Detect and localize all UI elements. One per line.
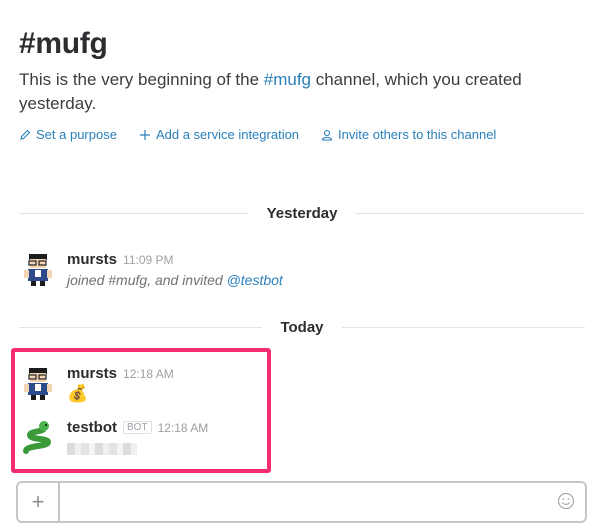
pencil-icon: [20, 129, 31, 140]
author-name[interactable]: mursts: [67, 365, 117, 382]
join-text: joined #mufg, and invited: [67, 272, 227, 288]
day-divider-label: Yesterday: [266, 204, 338, 222]
plus-icon: [139, 129, 150, 140]
divider-line: [19, 212, 249, 214]
divider-line: [341, 326, 585, 328]
pixel-character-avatar[interactable]: [20, 365, 56, 401]
day-divider-yesterday: Yesterday: [19, 203, 586, 223]
invite-others-label: Invite others to this channel: [338, 127, 497, 142]
timestamp[interactable]: 11:09 PM: [123, 253, 173, 267]
invite-others-link[interactable]: Invite others to this channel: [321, 127, 496, 142]
message-header: mursts 11:09 PM: [67, 251, 174, 269]
intro-text-start: This is the very beginning of the: [19, 70, 264, 89]
author-name[interactable]: testbot: [67, 419, 117, 436]
snake-emoji-avatar[interactable]: [20, 419, 56, 455]
add-file-button[interactable]: +: [18, 483, 60, 521]
day-divider-today: Today: [19, 317, 585, 337]
add-integration-label: Add a service integration: [155, 127, 300, 142]
message-text: joined #mufg, and invited @testbot: [67, 272, 283, 288]
day-divider-label: Today: [280, 318, 324, 336]
blurred-message-text: [67, 443, 137, 455]
channel-link[interactable]: #mufg: [264, 70, 311, 89]
smiley-icon[interactable]: [557, 492, 575, 510]
divider-line: [355, 212, 586, 214]
channel-title: #mufg: [19, 27, 108, 60]
author-name[interactable]: mursts: [67, 251, 117, 268]
set-purpose-label: Set a purpose: [36, 127, 117, 142]
timestamp[interactable]: 12:18 AM: [123, 367, 174, 381]
person-icon: [321, 129, 333, 141]
user-mention[interactable]: @testbot: [227, 272, 283, 288]
message-header: mursts 12:18 AM: [67, 365, 174, 383]
money-bag-emoji: 💰: [67, 384, 89, 403]
channel-actions: Set a purpose Add a service integration …: [19, 127, 496, 142]
pixel-character-avatar[interactable]: [20, 251, 56, 287]
bot-badge: BOT: [123, 421, 152, 434]
message-header: testbot BOT 12:18 AM: [67, 419, 208, 437]
timestamp[interactable]: 12:18 AM: [158, 421, 209, 435]
message-input[interactable]: [68, 489, 552, 517]
divider-line: [19, 326, 263, 328]
channel-intro: #mufg This is the very beginning of the …: [19, 26, 589, 116]
message-composer: +: [16, 481, 587, 523]
channel-intro-text: This is the very beginning of the #mufg …: [19, 68, 589, 116]
add-integration-link[interactable]: Add a service integration: [139, 127, 299, 142]
set-purpose-link[interactable]: Set a purpose: [19, 127, 117, 142]
